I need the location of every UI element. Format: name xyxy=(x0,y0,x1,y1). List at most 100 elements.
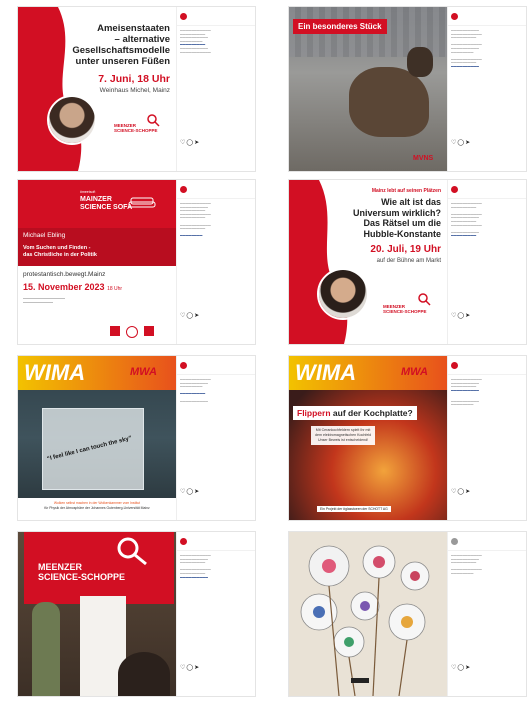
logo-line: SCIENCE-SCHOPPE xyxy=(114,128,158,133)
post-header xyxy=(177,356,255,375)
comment-icon[interactable]: ◯ xyxy=(457,140,465,146)
series-line: MAINZER xyxy=(80,196,112,203)
post-card-3[interactable]: #meetsoft MAINZER SCIENCE SOFA Michael E… xyxy=(18,180,255,344)
speaker-photo xyxy=(47,95,97,145)
post-card-5[interactable]: WIMA MWA “I feel like I can touch the sk… xyxy=(18,356,255,520)
action-bar: ♡◯➤ xyxy=(180,664,200,671)
talk-line: Vom Suchen und Finden - xyxy=(23,245,91,251)
paper-plane-icon[interactable]: ➤ xyxy=(465,140,471,146)
post-card-2[interactable]: Ein besonderes Stück MVNS ▬▬▬▬▬▬▬▬▬▬ ▬▬▬▬… xyxy=(289,7,526,171)
avatar[interactable] xyxy=(451,537,458,545)
paper-plane-icon[interactable]: ➤ xyxy=(465,665,471,671)
avatar[interactable] xyxy=(451,12,458,20)
series-line: SCIENCE SOFA xyxy=(80,204,133,211)
sub-line: Unser Beweis ist entscheidend! xyxy=(318,438,369,442)
cell-illustrations xyxy=(300,545,430,696)
wima-logo: WIMA xyxy=(24,360,86,385)
post-sidebar: ▬▬▬▬▬▬▬▬▬▬▬▬▬▬▬▬▬▬▬▬▬▬▬▬▬▬▬▬▬▬▬▬▬▬▬▬▬▬▬▬… xyxy=(176,532,255,696)
comment-icon[interactable]: ◯ xyxy=(186,140,194,146)
post-card-6[interactable]: WIMA MWA Flippern auf der Kochplatte? Mi… xyxy=(289,356,526,520)
post-image-6[interactable]: WIMA MWA Flippern auf der Kochplatte? Mi… xyxy=(289,356,447,520)
avatar[interactable] xyxy=(180,361,187,369)
account-name[interactable] xyxy=(460,363,461,367)
post-caption: ▬▬▬▬▬▬▬▬▬▬▬▬▬▬▬▬▬▬▬▬▬▬▬▬▬▬▬▬▬▬▬▬▬▬▬▬▬▬▬▬… xyxy=(451,201,482,238)
post-caption: ▬▬▬▬▬▬▬▬▬▬▬▬▬▬▬▬▬▬▬▬▬▬▬▬▬▬▬▬▬▬▬▬▬▬▬▬▬▬▬▬… xyxy=(180,28,211,54)
logo-line: SCIENCE-SCHOPPE xyxy=(383,309,427,314)
time-text: 18 Uhr xyxy=(107,286,123,292)
action-bar: ♡◯➤ xyxy=(451,664,471,671)
comment-icon[interactable]: ◯ xyxy=(457,313,465,319)
goat-head xyxy=(407,47,433,77)
post-header xyxy=(177,180,255,199)
paper-plane-icon[interactable]: ➤ xyxy=(465,489,471,495)
caption-panel: Wolken selbst machen in der Wolkenkammer… xyxy=(18,498,176,520)
comment-icon[interactable]: ◯ xyxy=(186,313,194,319)
post-caption: ▬▬▬▬▬▬▬▬▬▬▬▬▬▬▬▬▬▬▬▬▬▬▬▬▬▬▬▬▬▬▬▬▬▬▬▬▬▬▬▬… xyxy=(180,553,211,579)
speaker-name: Michael Ebling xyxy=(23,232,66,239)
speaker-figure xyxy=(32,602,60,696)
title-line: – alternative xyxy=(114,34,170,45)
comment-icon[interactable]: ◯ xyxy=(457,489,465,495)
title-line: Hubble-Konstante xyxy=(363,228,442,239)
post-sidebar: ▬▬▬▬▬▬▬▬▬▬▬▬▬▬▬▬▬▬▬▬▬▬▬▬▬▬▬▬▬▬▬▬▬▬▬▬▬▬▬▬… xyxy=(447,532,526,696)
post-image-7[interactable]: MEENZER SCIENCE-SCHOPPE xyxy=(18,532,176,696)
post-caption: ▬▬▬▬▬▬▬▬▬▬▬▬▬▬▬▬▬▬▬▬▬▬▬▬▬▬▬▬▬▬▬▬▬▬▬▬▬▬▬▬… xyxy=(180,201,211,238)
action-bar: ♡◯➤ xyxy=(180,312,200,319)
logo-line: MEENZER xyxy=(38,562,83,572)
post-sidebar: ▬▬▬▬▬▬▬▬▬▬▬▬▬▬▬▬▬▬▬▬▬▬▬▬▬▬▬▬▬▬▬▬▬▬▬▬▬▬▬▬… xyxy=(447,180,526,344)
action-bar: ♡◯➤ xyxy=(451,312,471,319)
action-bar: ♡◯➤ xyxy=(180,139,200,146)
post-card-4[interactable]: Mainz lebt auf seinen Plätzen Wie alt is… xyxy=(289,180,526,344)
avatar[interactable] xyxy=(180,537,187,545)
account-name[interactable] xyxy=(460,187,461,191)
post-caption: ▬▬▬▬▬▬▬▬▬▬▬▬▬▬▬▬▬▬▬▬▬▬▬▬▬▬▬▬▬▬▬▬▬▬▬▬▬▬▬▬… xyxy=(451,377,482,407)
post-card-8[interactable]: ▬▬▬▬▬▬▬▬▬▬▬ ▬▬▬▬▬▬▬▬▬▬ ▬▬▬▬▬▬▬▬▬ ▬▬▬▬▬▬▬▬▬▬… xyxy=(289,532,526,696)
post-sidebar: ▬▬▬▬▬▬▬▬▬▬▬▬▬▬▬▬▬▬▬▬▬▬▬▬▬▬▬▬▬▬▬▬▬▬▬▬▬▬▬▬… xyxy=(176,7,255,171)
post-card-7[interactable]: MEENZER SCIENCE-SCHOPPE ▬▬▬▬▬▬▬▬▬▬▬ ▬▬▬▬▬… xyxy=(18,532,255,696)
account-name[interactable] xyxy=(460,539,461,543)
account-name[interactable] xyxy=(189,14,190,18)
title-line: Universum wirklich? xyxy=(352,207,441,218)
post-card-1[interactable]: Ameisenstaaten – alternative Gesellschaf… xyxy=(18,7,255,171)
account-name[interactable] xyxy=(460,14,461,18)
post-image-3[interactable]: #meetsoft MAINZER SCIENCE SOFA Michael E… xyxy=(18,180,176,344)
talk-panel: Michael Ebling Vom Suchen und Finden - d… xyxy=(18,228,176,266)
mvns-logo: MVNS xyxy=(413,155,434,162)
comment-icon[interactable]: ◯ xyxy=(186,665,194,671)
avatar[interactable] xyxy=(180,12,187,20)
comment-icon[interactable]: ◯ xyxy=(186,489,194,495)
paper-plane-icon[interactable]: ➤ xyxy=(194,489,200,495)
paper-plane-icon[interactable]: ➤ xyxy=(194,140,200,146)
post-image-2[interactable]: Ein besonderes Stück MVNS xyxy=(289,7,447,171)
paper-plane-icon[interactable]: ➤ xyxy=(194,665,200,671)
post-sidebar: ▬▬▬▬▬▬▬▬▬▬▬▬▬▬▬▬▬▬▬▬▬▬▬▬▬▬▬▬▬▬▬▬▬▬▬▬▬▬▬▬… xyxy=(447,356,526,520)
headline-rest: auf der Kochplatte? xyxy=(332,408,413,418)
avatar[interactable] xyxy=(451,361,458,369)
avatar[interactable] xyxy=(451,185,458,193)
headline-accent: Flippern xyxy=(297,408,331,418)
title-line: Das Rätsel um die xyxy=(363,218,441,228)
post-image-4[interactable]: Mainz lebt auf seinen Plätzen Wie alt is… xyxy=(289,180,447,344)
post-image-5[interactable]: WIMA MWA “I feel like I can touch the sk… xyxy=(18,356,176,520)
post-sidebar: ▬▬▬▬▬▬▬▬▬▬▬▬▬▬▬▬▬▬▬▬▬▬▬▬▬▬▬▬▬▬▬▬▬▬▬▬▬▬▬▬… xyxy=(447,7,526,171)
post-image-1[interactable]: Ameisenstaaten – alternative Gesellschaf… xyxy=(18,7,176,171)
caption-line: für Physik der Atmosphäre der Johannes G… xyxy=(44,506,150,510)
account-name[interactable] xyxy=(189,363,190,367)
paper-plane-icon[interactable]: ➤ xyxy=(465,313,471,319)
avatar[interactable] xyxy=(180,185,187,193)
talk-title: Vom Suchen und Finden - das Christliche … xyxy=(23,245,97,259)
event-venue: Weinhaus Michel, Mainz xyxy=(99,87,170,94)
action-bar: ♡◯➤ xyxy=(451,488,471,495)
account-name[interactable] xyxy=(189,539,190,543)
venue-text: ▬▬▬▬▬▬▬▬▬▬▬▬▬▬ ▬▬▬▬▬▬▬▬▬▬ xyxy=(23,296,65,304)
comment-icon[interactable]: ◯ xyxy=(457,665,465,671)
post-image-8[interactable] xyxy=(289,532,447,696)
paper-plane-icon[interactable]: ➤ xyxy=(194,313,200,319)
event-venue: auf der Bühne am Markt xyxy=(376,258,441,264)
sofa-icon xyxy=(128,197,156,208)
account-name[interactable] xyxy=(189,187,190,191)
audience-head xyxy=(118,652,170,696)
title-line: Gesellschaftsmodelle xyxy=(72,45,170,56)
mwa-logo: MWA xyxy=(401,366,428,378)
event-date: 7. Juni, 18 Uhr xyxy=(98,73,170,85)
